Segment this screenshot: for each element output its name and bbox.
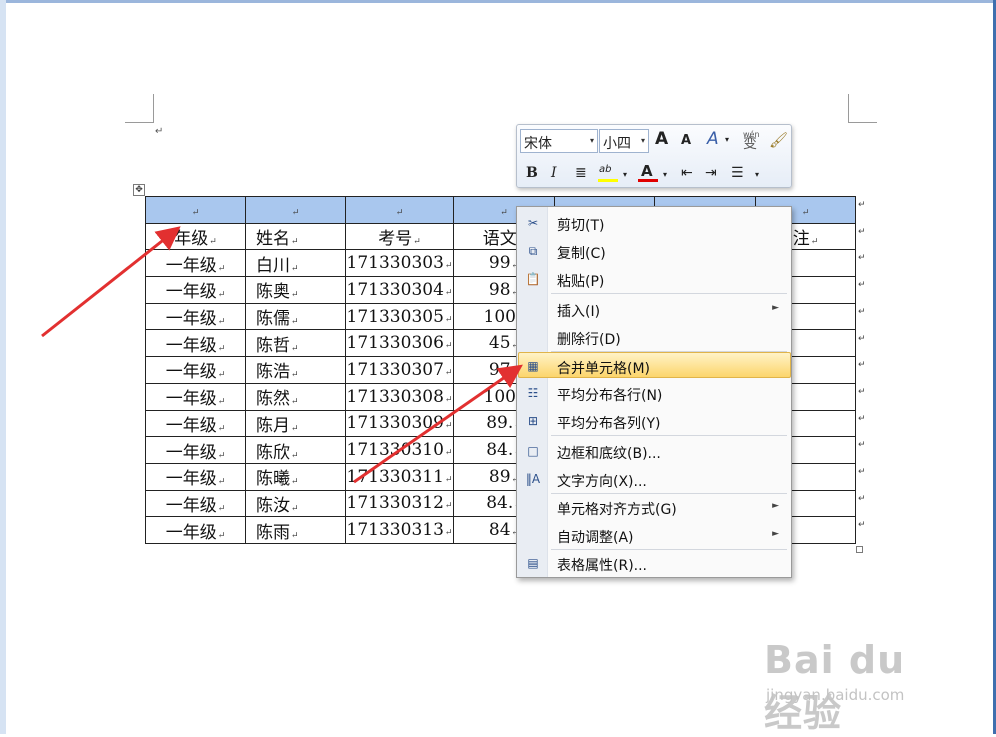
- document-page: ↵ ✥ ↵↵↵↵↵↵↵年级↵姓名↵考号↵语文↵注↵一年级↵白川↵17133030…: [0, 0, 996, 735]
- annotation-arrow-merge: [353, 364, 523, 484]
- watermark-url: jingyan.baidu.com: [766, 686, 905, 704]
- baidu-watermark: Bai du 经验 jingyan.baidu.com: [760, 628, 950, 735]
- annotation-arrow-table: [41, 226, 181, 338]
- annotation-layer: [41, 226, 523, 484]
